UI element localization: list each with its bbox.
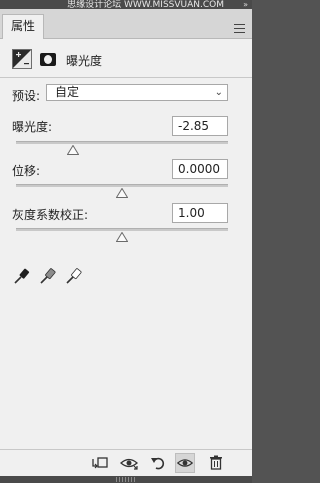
gamma-value-field[interactable]: 1.00	[172, 203, 228, 223]
tab-bar: 属性	[0, 9, 252, 39]
properties-panel: 思缘设计论坛 WWW.MISSVUAN.COM » 属性 曝光度 预设: 自定 …	[0, 0, 252, 483]
visibility-icon[interactable]	[175, 453, 195, 473]
exposure-slider-thumb[interactable]	[67, 145, 80, 155]
panel-resize-strip[interactable]	[0, 476, 252, 483]
white-point-eyedropper-icon[interactable]	[64, 266, 82, 286]
preset-dropdown[interactable]: 自定 ⌄	[46, 84, 228, 101]
bottom-toolbar	[0, 449, 252, 476]
layer-mask-icon[interactable]	[40, 53, 56, 66]
panel-title-strip: 思缘设计论坛 WWW.MISSVUAN.COM »	[0, 0, 252, 10]
gamma-label: 灰度系数校正:	[12, 208, 89, 222]
black-point-eyedropper-icon[interactable]	[12, 266, 30, 286]
panel-menu-icon[interactable]	[234, 24, 245, 33]
resize-grip-icon[interactable]	[116, 477, 136, 482]
exposure-slider-track[interactable]	[16, 141, 228, 144]
offset-slider-thumb[interactable]	[116, 188, 128, 198]
gray-point-eyedropper-icon[interactable]	[38, 266, 56, 286]
adjustment-title: 曝光度	[66, 54, 103, 68]
divider	[0, 77, 252, 78]
exposure-label: 曝光度:	[12, 120, 53, 134]
clip-to-layer-icon[interactable]	[90, 453, 110, 473]
preset-label: 预设:	[12, 89, 41, 103]
offset-value-field[interactable]: 0.0000	[172, 159, 228, 179]
delete-icon[interactable]	[206, 453, 226, 473]
chevron-down-icon: ⌄	[214, 87, 223, 98]
gamma-slider-thumb[interactable]	[116, 232, 128, 242]
preset-value: 自定	[55, 85, 80, 99]
collapse-panel-button[interactable]: »	[243, 0, 248, 9]
reset-icon[interactable]	[148, 453, 168, 473]
offset-label: 位移:	[12, 164, 41, 178]
tab-properties[interactable]: 属性	[2, 14, 45, 39]
adjustment-header: 曝光度	[0, 46, 252, 74]
exposure-adjustment-icon[interactable]	[12, 49, 32, 69]
exposure-value-field[interactable]: -2.85	[172, 116, 228, 136]
offset-slider-track[interactable]	[16, 184, 228, 187]
view-previous-state-icon[interactable]	[119, 453, 139, 473]
gamma-slider-track[interactable]	[16, 228, 228, 231]
